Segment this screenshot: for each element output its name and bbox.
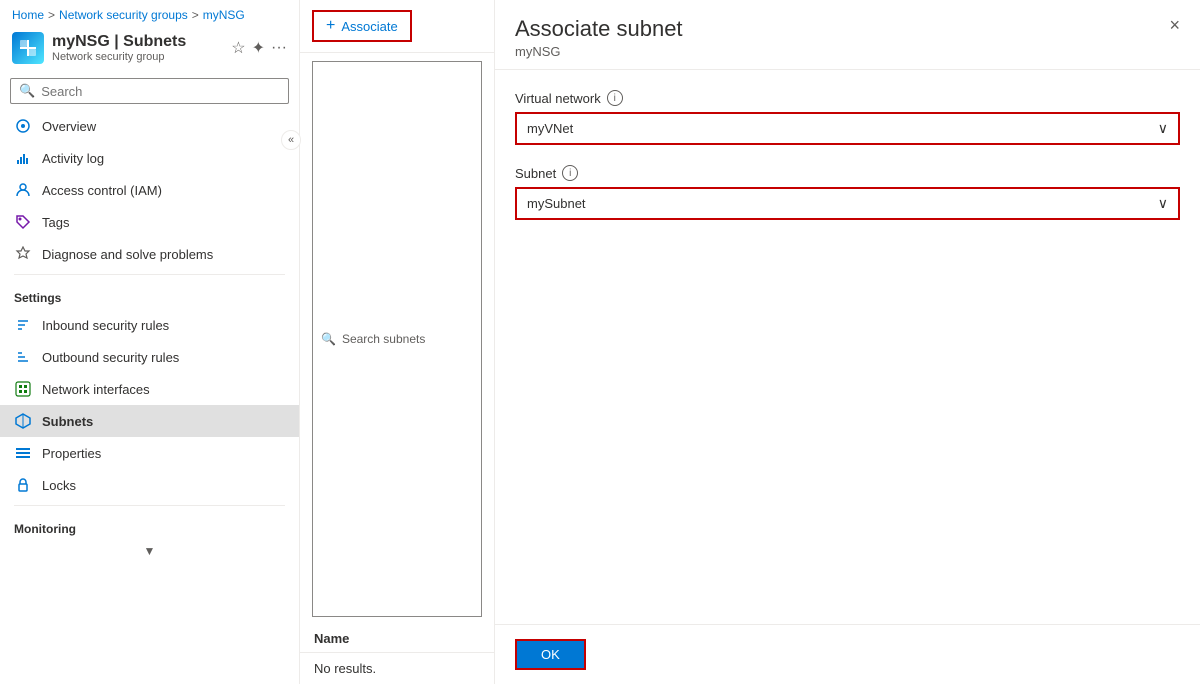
activity-icon [14,149,32,167]
subnet-chevron-icon: ∨ [1158,195,1168,212]
subnet-label: Subnet i [515,165,1180,181]
breadcrumb-resource[interactable]: myNSG [203,8,245,22]
virtual-network-chevron-icon: ∨ [1158,120,1168,137]
nav-label-activity: Activity log [42,151,104,166]
breadcrumb: Home > Network security groups > myNSG [0,0,299,26]
nav-item-properties[interactable]: Properties [0,437,299,469]
resource-icon [12,32,44,64]
subnet-value: mySubnet [527,196,586,211]
nav-label-outbound: Outbound security rules [42,350,179,365]
nav-label-overview: Overview [42,119,96,134]
nav-divider-settings [14,274,285,275]
nav-label-locks: Locks [42,478,76,493]
ok-button[interactable]: OK [515,639,586,670]
nav-item-activity[interactable]: Activity log [0,142,299,174]
table-name-header: Name [300,625,494,653]
associate-subnet-panel: Associate subnet myNSG × Virtual network… [495,0,1200,684]
nav-label-subnets: Subnets [42,414,93,429]
nav-item-diagnose[interactable]: Diagnose and solve problems [0,238,299,270]
virtual-network-select[interactable]: myVNet ∨ [515,112,1180,145]
subnets-icon [14,412,32,430]
iam-icon [14,181,32,199]
associate-label: Associate [341,19,397,34]
pin-icon[interactable]: ☆ [231,38,245,58]
search-subnets-icon: 🔍 [321,332,336,346]
diagnose-icon [14,245,32,263]
close-panel-button[interactable]: × [1169,16,1180,34]
nav-label-inbound: Inbound security rules [42,318,169,333]
nav-label-network-interfaces: Network interfaces [42,382,150,397]
sidebar: Home > Network security groups > myNSG m… [0,0,300,684]
panel-body: Virtual network i myVNet ∨ Subnet i mySu… [495,70,1200,624]
nav-item-network-interfaces[interactable]: Network interfaces [0,373,299,405]
favorite-icon[interactable]: ✦ [252,38,265,58]
virtual-network-value: myVNet [527,121,573,136]
search-subnets-box[interactable]: 🔍 Search subnets [312,61,482,617]
panel-title: Associate subnet [515,16,683,42]
associate-button[interactable]: + Associate [312,10,412,42]
breadcrumb-home[interactable]: Home [12,8,44,22]
virtual-network-info-icon[interactable]: i [607,90,623,106]
virtual-network-group: Virtual network i myVNet ∨ [515,90,1180,145]
main-toolbar: + Associate [300,0,494,53]
search-input[interactable] [41,84,280,99]
plus-icon: + [326,17,335,35]
panel-header: Associate subnet myNSG × [495,0,1200,70]
search-box[interactable]: 🔍 [10,78,289,104]
inbound-icon [14,316,32,334]
nav-item-subnets[interactable]: Subnets [0,405,299,437]
nav-item-outbound[interactable]: Outbound security rules [0,341,299,373]
breadcrumb-nsg[interactable]: Network security groups [59,8,188,22]
nav-item-overview[interactable]: Overview [0,110,299,142]
panel-footer: OK [495,624,1200,684]
nav-label-diagnose: Diagnose and solve problems [42,247,213,262]
resource-subtitle: Network security group [52,51,223,63]
subnet-select[interactable]: mySubnet ∨ [515,187,1180,220]
nav-label-properties: Properties [42,446,101,461]
virtual-network-label: Virtual network i [515,90,1180,106]
subnet-group: Subnet i mySubnet ∨ [515,165,1180,220]
more-icon[interactable]: ··· [271,39,287,57]
nav-label-tags: Tags [42,215,69,230]
subnets-content: + Associate 🔍 Search subnets Name No res… [300,0,495,684]
settings-section-label: Settings [0,279,299,309]
search-subnets-label: Search subnets [342,332,425,346]
tags-icon [14,213,32,231]
search-icon: 🔍 [19,83,35,99]
virtual-network-label-text: Virtual network [515,91,601,106]
overview-icon [14,117,32,135]
resource-title: myNSG | Subnets [52,33,223,51]
properties-icon [14,444,32,462]
nav-divider-monitoring [14,505,285,506]
nav-item-tags[interactable]: Tags [0,206,299,238]
network-interfaces-icon [14,380,32,398]
collapse-sidebar-button[interactable]: « [281,130,301,150]
subnet-info-icon[interactable]: i [562,165,578,181]
outbound-icon [14,348,32,366]
resource-header: myNSG | Subnets Network security group ☆… [0,26,299,72]
monitoring-section-label: Monitoring [0,510,299,540]
scroll-indicator[interactable]: ▼ [0,540,299,562]
nav-item-locks[interactable]: Locks [0,469,299,501]
nav-item-inbound[interactable]: Inbound security rules [0,309,299,341]
locks-icon [14,476,32,494]
nav-label-iam: Access control (IAM) [42,183,162,198]
nav-item-iam[interactable]: Access control (IAM) [0,174,299,206]
subnet-label-text: Subnet [515,166,556,181]
no-results-text: No results. [300,653,494,684]
panel-subtitle: myNSG [515,44,683,59]
